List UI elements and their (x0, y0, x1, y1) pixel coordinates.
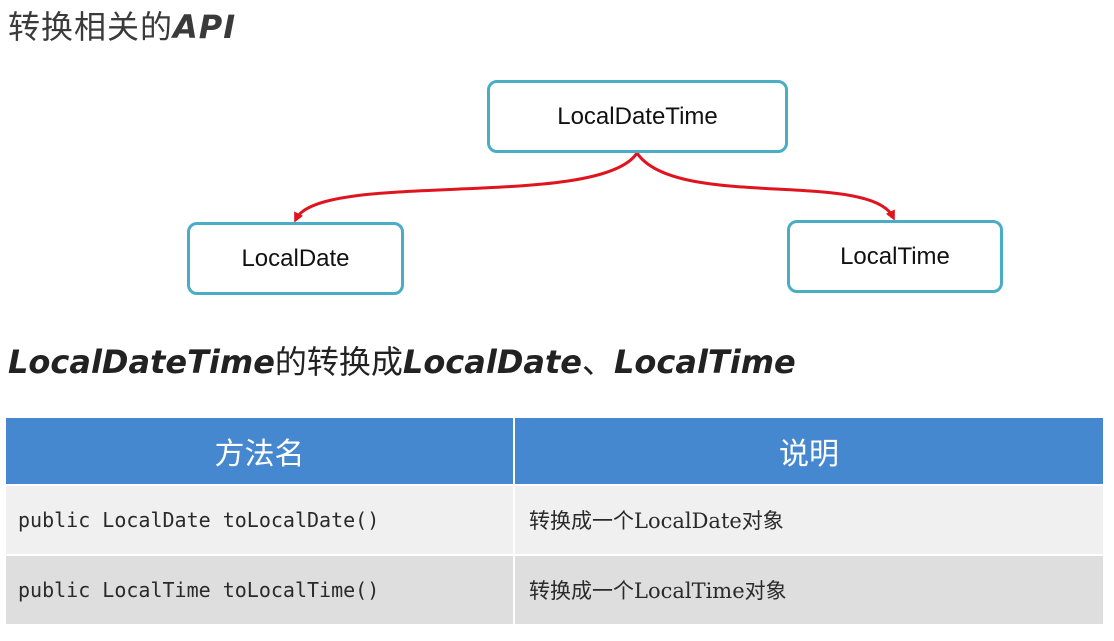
column-header-method: 方法名 (6, 418, 514, 485)
node-localdatetime: LocalDateTime (487, 80, 788, 153)
description-cell: 转换成一个LocalTime对象 (513, 554, 1103, 624)
table-row: public LocalDate toLocalDate() 转换成一个Loca… (6, 484, 1103, 555)
section-title-part5: LocalTime (614, 343, 796, 381)
table-header-row: 方法名 说明 (6, 418, 1103, 485)
section-title-part2: 的转换成 (274, 343, 403, 381)
column-header-description: 说明 (513, 418, 1103, 485)
table-row: public LocalTime toLocalTime() 转换成一个Loca… (6, 554, 1103, 624)
section-title: LocalDateTime的转换成LocalDate、LocalTime (8, 340, 796, 384)
node-localtime: LocalTime (787, 220, 1003, 293)
method-cell: public LocalTime toLocalTime() (6, 554, 514, 624)
page-title-latin: API (173, 8, 237, 46)
section-title-part3: LocalDate (402, 343, 582, 381)
page-title-cjk: 转换相关的 (8, 8, 174, 46)
page-title: 转换相关的API (8, 6, 236, 48)
section-title-part1: LocalDateTime (8, 343, 275, 381)
node-localdate-label: LocalDate (241, 244, 350, 272)
arrow-to-localtime (635, 152, 895, 221)
method-cell: public LocalDate toLocalDate() (6, 484, 514, 555)
section-title-part4: 、 (581, 343, 614, 381)
api-table: 方法名 说明 public LocalDate toLocalDate() 转换… (6, 418, 1103, 624)
description-cell: 转换成一个LocalDate对象 (513, 484, 1103, 555)
node-localdate: LocalDate (187, 222, 404, 295)
node-localtime-label: LocalTime (840, 242, 950, 270)
arrow-to-localdate (294, 152, 639, 223)
node-localdatetime-label: LocalDateTime (557, 102, 718, 130)
